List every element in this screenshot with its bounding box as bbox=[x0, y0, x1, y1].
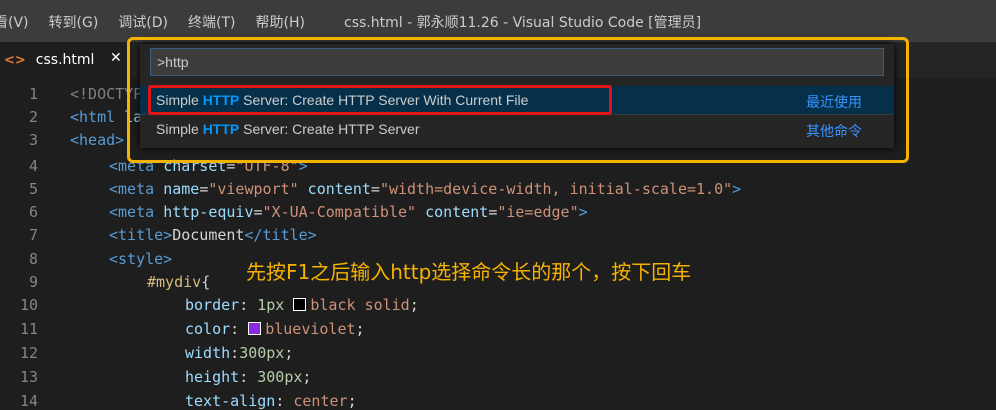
line-number: 12 bbox=[19, 344, 38, 362]
close-icon[interactable]: ✕ bbox=[110, 50, 122, 66]
menu-terminal[interactable]: 终端(T) bbox=[188, 12, 235, 32]
code-line-13: height: 300px; bbox=[185, 368, 312, 386]
menu-goto[interactable]: 转到(G) bbox=[49, 12, 99, 32]
code-line-8: <style> bbox=[109, 250, 173, 268]
menu-view[interactable]: 看(V) bbox=[0, 12, 29, 32]
code-line-14: text-align: center; bbox=[185, 392, 357, 410]
title-bar: 看(V) 转到(G) 调试(D) 终端(T) 帮助(H) css.html - … bbox=[0, 0, 996, 42]
line-number: 14 bbox=[19, 392, 38, 410]
code-line-10: border: 1px black solid; bbox=[185, 296, 419, 314]
line-number: 3 bbox=[28, 131, 38, 149]
menu-bar: 看(V) 转到(G) 调试(D) 终端(T) 帮助(H) bbox=[0, 12, 325, 32]
annotation-text: 先按F1之后输入http选择命令长的那个，按下回车 bbox=[246, 260, 692, 284]
tab-css-html[interactable]: <> css.html ✕ bbox=[0, 42, 132, 78]
code-line-9: #mydiv{ bbox=[147, 273, 211, 291]
color-swatch-blueviolet[interactable] bbox=[248, 322, 262, 335]
tab-label: css.html bbox=[35, 52, 95, 68]
code-line-3: <head> bbox=[70, 131, 125, 149]
red-highlight-box bbox=[148, 85, 612, 115]
line-number: 5 bbox=[28, 180, 38, 198]
code-line-6: <meta http-equiv="X-UA-Compatible" conte… bbox=[109, 203, 588, 221]
line-number: 4 bbox=[28, 157, 38, 175]
window-title: css.html - 郭永顺11.26 - Visual Studio Code… bbox=[344, 15, 702, 31]
color-swatch-black[interactable] bbox=[293, 298, 307, 311]
code-line-12: width:300px; bbox=[185, 344, 294, 362]
line-number: 10 bbox=[19, 296, 38, 314]
line-number: 8 bbox=[28, 250, 38, 268]
line-number: 1 bbox=[28, 85, 38, 103]
code-line-11: color: blueviolet; bbox=[185, 320, 365, 338]
html-file-icon: <> bbox=[4, 52, 26, 68]
menu-help[interactable]: 帮助(H) bbox=[256, 12, 305, 32]
line-number: 7 bbox=[28, 226, 38, 244]
menu-debug[interactable]: 调试(D) bbox=[118, 12, 168, 32]
line-number: 9 bbox=[28, 273, 38, 291]
code-line-7: <title>Document</title> bbox=[109, 226, 317, 244]
line-number: 11 bbox=[19, 320, 38, 338]
line-number: 6 bbox=[28, 203, 38, 221]
code-line-5: <meta name="viewport" content="width=dev… bbox=[109, 180, 742, 198]
line-number: 13 bbox=[19, 368, 38, 386]
line-number: 2 bbox=[28, 108, 38, 126]
